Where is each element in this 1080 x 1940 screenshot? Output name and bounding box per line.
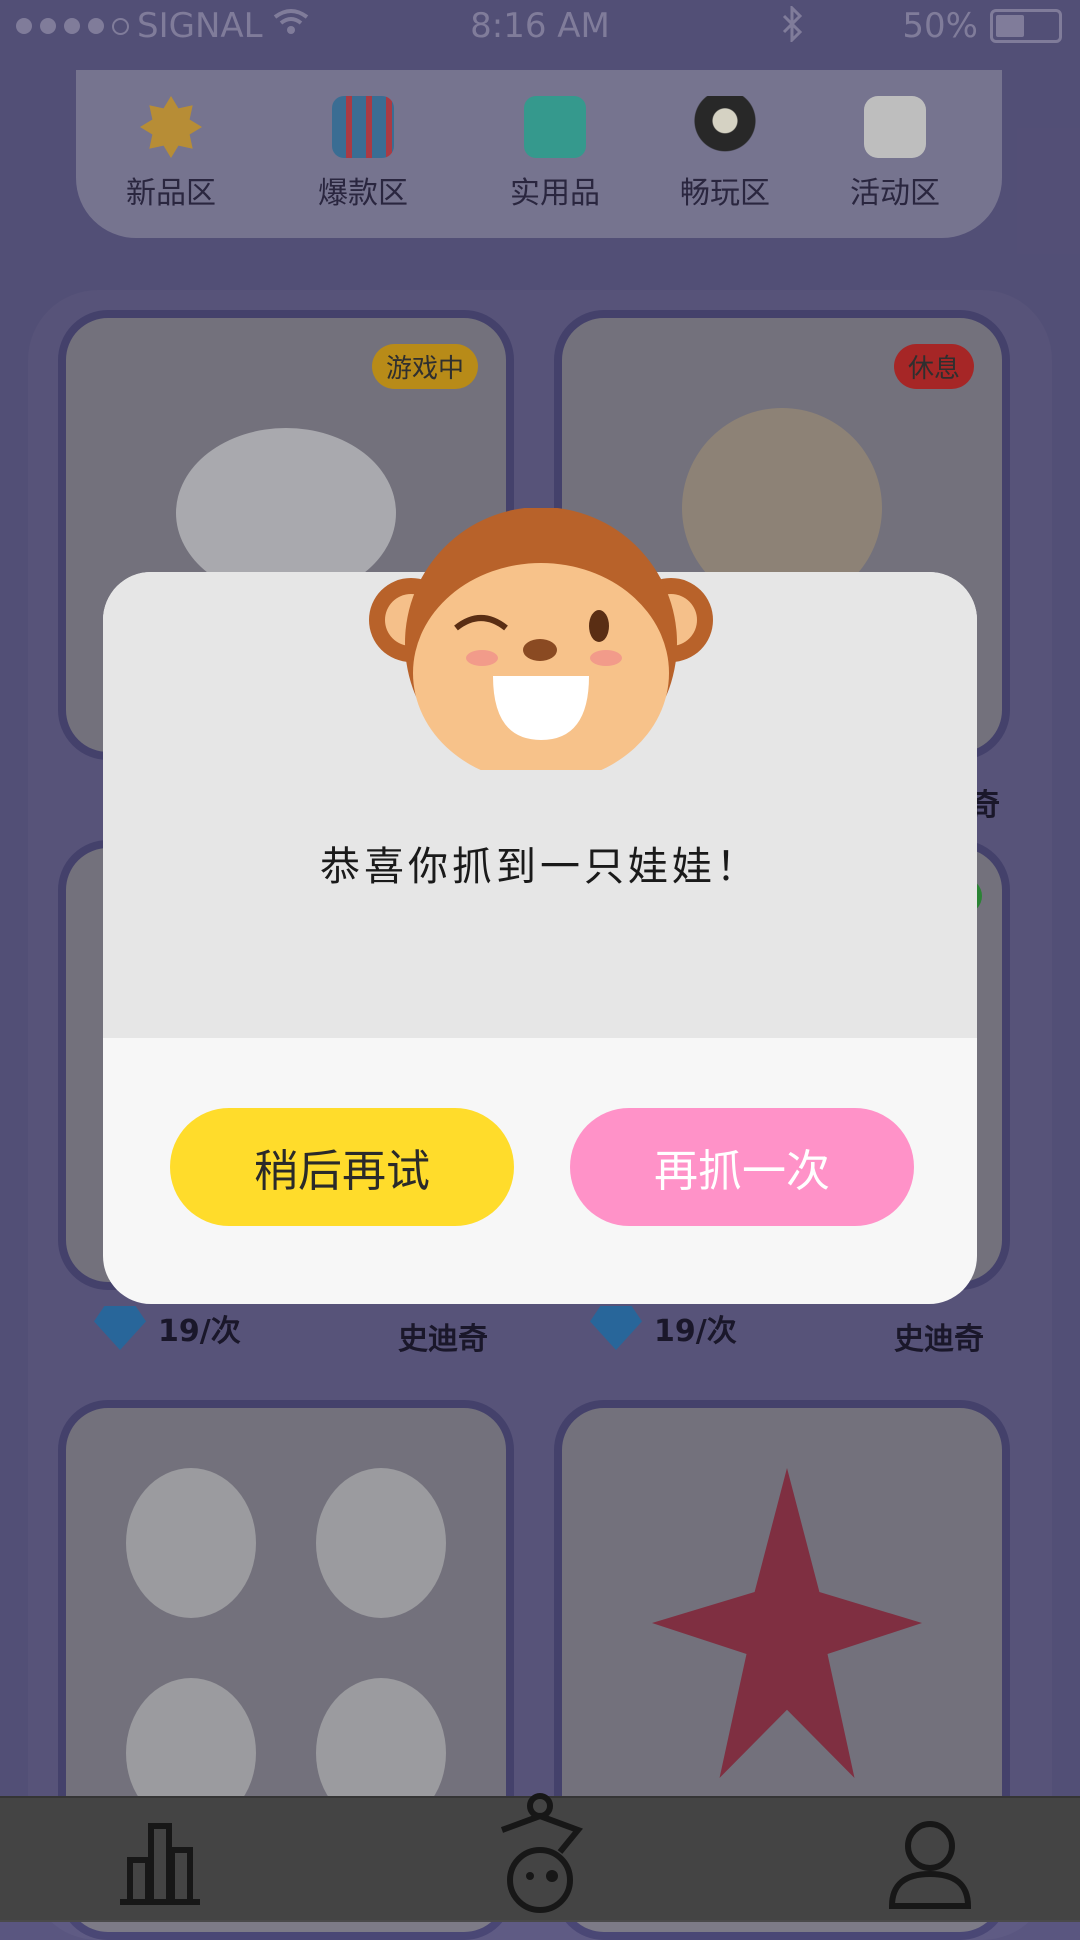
try-later-button[interactable]: 稍后再试 [170, 1108, 514, 1226]
dialog-message: 恭喜你抓到一只娃娃！ [320, 844, 760, 890]
grab-again-button[interactable]: 再抓一次 [570, 1108, 914, 1226]
monkey-mascot-icon [369, 508, 713, 770]
